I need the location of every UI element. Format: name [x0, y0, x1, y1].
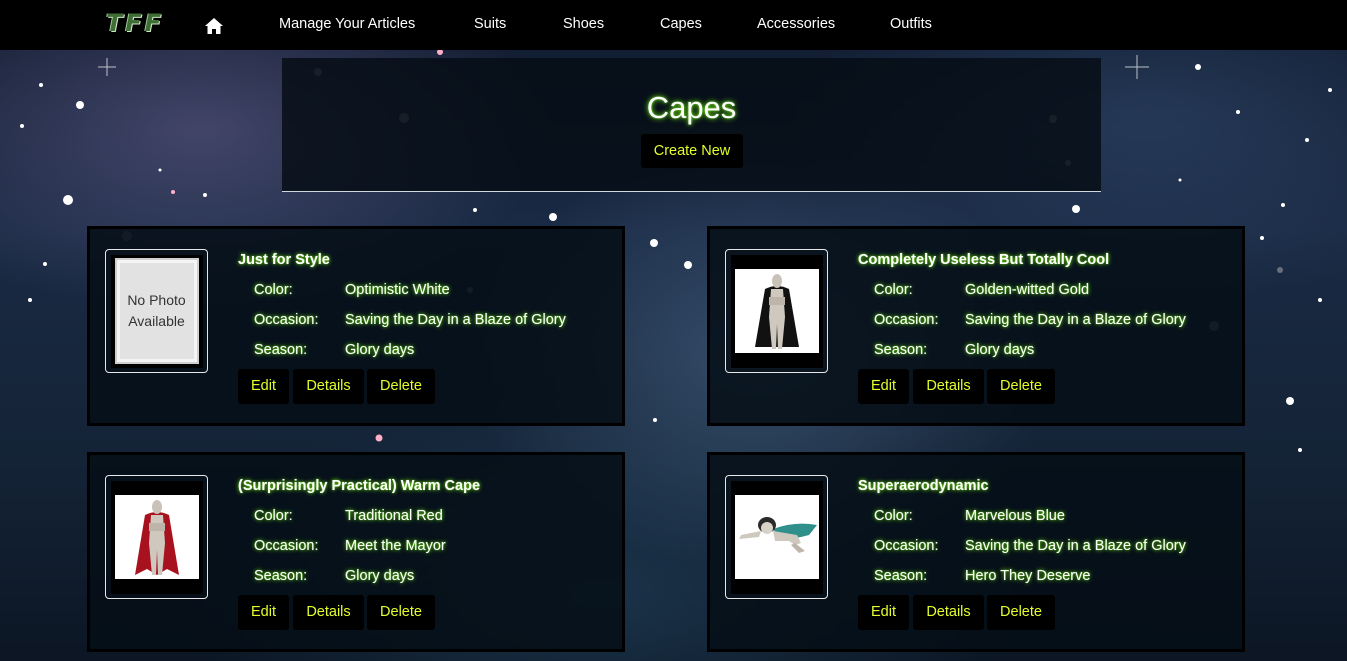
- details-button[interactable]: Details: [293, 595, 364, 630]
- season-value: Glory days: [345, 568, 415, 584]
- cape-thumbnail[interactable]: [725, 249, 828, 373]
- card-title: (Surprisingly Practical) Warm Cape: [238, 478, 481, 494]
- cape-card: Superaerodynamic Color: Marvelous Blue O…: [707, 452, 1245, 652]
- delete-button[interactable]: Delete: [367, 369, 435, 404]
- season-label: Season:: [874, 568, 928, 584]
- delete-button[interactable]: Delete: [367, 595, 435, 630]
- cape-thumbnail[interactable]: No Photo Available: [105, 249, 208, 373]
- nav-suits[interactable]: Suits: [474, 16, 506, 32]
- occasion-value: Saving the Day in a Blaze of Glory: [345, 312, 566, 328]
- season-value: Glory days: [345, 342, 415, 358]
- edit-button[interactable]: Edit: [238, 595, 289, 630]
- delete-button[interactable]: Delete: [987, 369, 1055, 404]
- top-navbar: TFF Manage Your Articles Suits Shoes Cap…: [0, 0, 1347, 50]
- cape-card: Completely Useless But Totally Cool Colo…: [707, 226, 1245, 426]
- color-value: Golden-witted Gold: [965, 282, 1090, 298]
- color-value: Marvelous Blue: [965, 508, 1065, 524]
- season-value: Glory days: [965, 342, 1035, 358]
- red-cape-image: [134, 500, 179, 575]
- nav-outfits[interactable]: Outfits: [890, 16, 932, 32]
- no-photo-placeholder: No Photo Available: [114, 258, 199, 364]
- color-label: Color:: [254, 282, 293, 298]
- season-label: Season:: [874, 342, 928, 358]
- card-title: Completely Useless But Totally Cool: [858, 252, 1110, 268]
- black-cape-image: [754, 274, 799, 349]
- details-button[interactable]: Details: [293, 369, 364, 404]
- cape-thumbnail[interactable]: [105, 475, 208, 599]
- card-title: Just for Style: [238, 252, 330, 268]
- brand-logo[interactable]: TFF: [106, 9, 164, 37]
- nav-shoes[interactable]: Shoes: [563, 16, 604, 32]
- occasion-value: Saving the Day in a Blaze of Glory: [965, 312, 1186, 328]
- nav-accessories[interactable]: Accessories: [757, 16, 835, 32]
- details-button[interactable]: Details: [913, 369, 984, 404]
- create-new-button[interactable]: Create New: [641, 134, 743, 168]
- occasion-value: Saving the Day in a Blaze of Glory: [965, 538, 1186, 554]
- cape-card: No Photo Available Just for Style Color:…: [87, 226, 625, 426]
- color-value: Optimistic White: [345, 282, 450, 298]
- page-title: Capes: [646, 90, 737, 125]
- season-label: Season:: [254, 342, 308, 358]
- delete-button[interactable]: Delete: [987, 595, 1055, 630]
- occasion-label: Occasion:: [874, 538, 939, 554]
- page-header: Capes Create New: [282, 58, 1101, 192]
- color-value: Traditional Red: [345, 508, 443, 524]
- season-value: Hero They Deserve: [965, 568, 1091, 584]
- occasion-value: Meet the Mayor: [345, 538, 446, 554]
- cape-card: (Surprisingly Practical) Warm Cape Color…: [87, 452, 625, 652]
- flying-hero-image: [738, 517, 817, 553]
- details-button[interactable]: Details: [913, 595, 984, 630]
- cape-thumbnail[interactable]: [725, 475, 828, 599]
- occasion-label: Occasion:: [254, 538, 319, 554]
- edit-button[interactable]: Edit: [858, 595, 909, 630]
- color-label: Color:: [874, 282, 913, 298]
- color-label: Color:: [254, 508, 293, 524]
- occasion-label: Occasion:: [254, 312, 319, 328]
- edit-button[interactable]: Edit: [858, 369, 909, 404]
- color-label: Color:: [874, 508, 913, 524]
- season-label: Season:: [254, 568, 308, 584]
- edit-button[interactable]: Edit: [238, 369, 289, 404]
- occasion-label: Occasion:: [874, 312, 939, 328]
- nav-manage-articles[interactable]: Manage Your Articles: [279, 16, 415, 32]
- card-title: Superaerodynamic: [858, 478, 989, 494]
- home-icon[interactable]: [204, 17, 224, 35]
- nav-capes[interactable]: Capes: [660, 16, 702, 32]
